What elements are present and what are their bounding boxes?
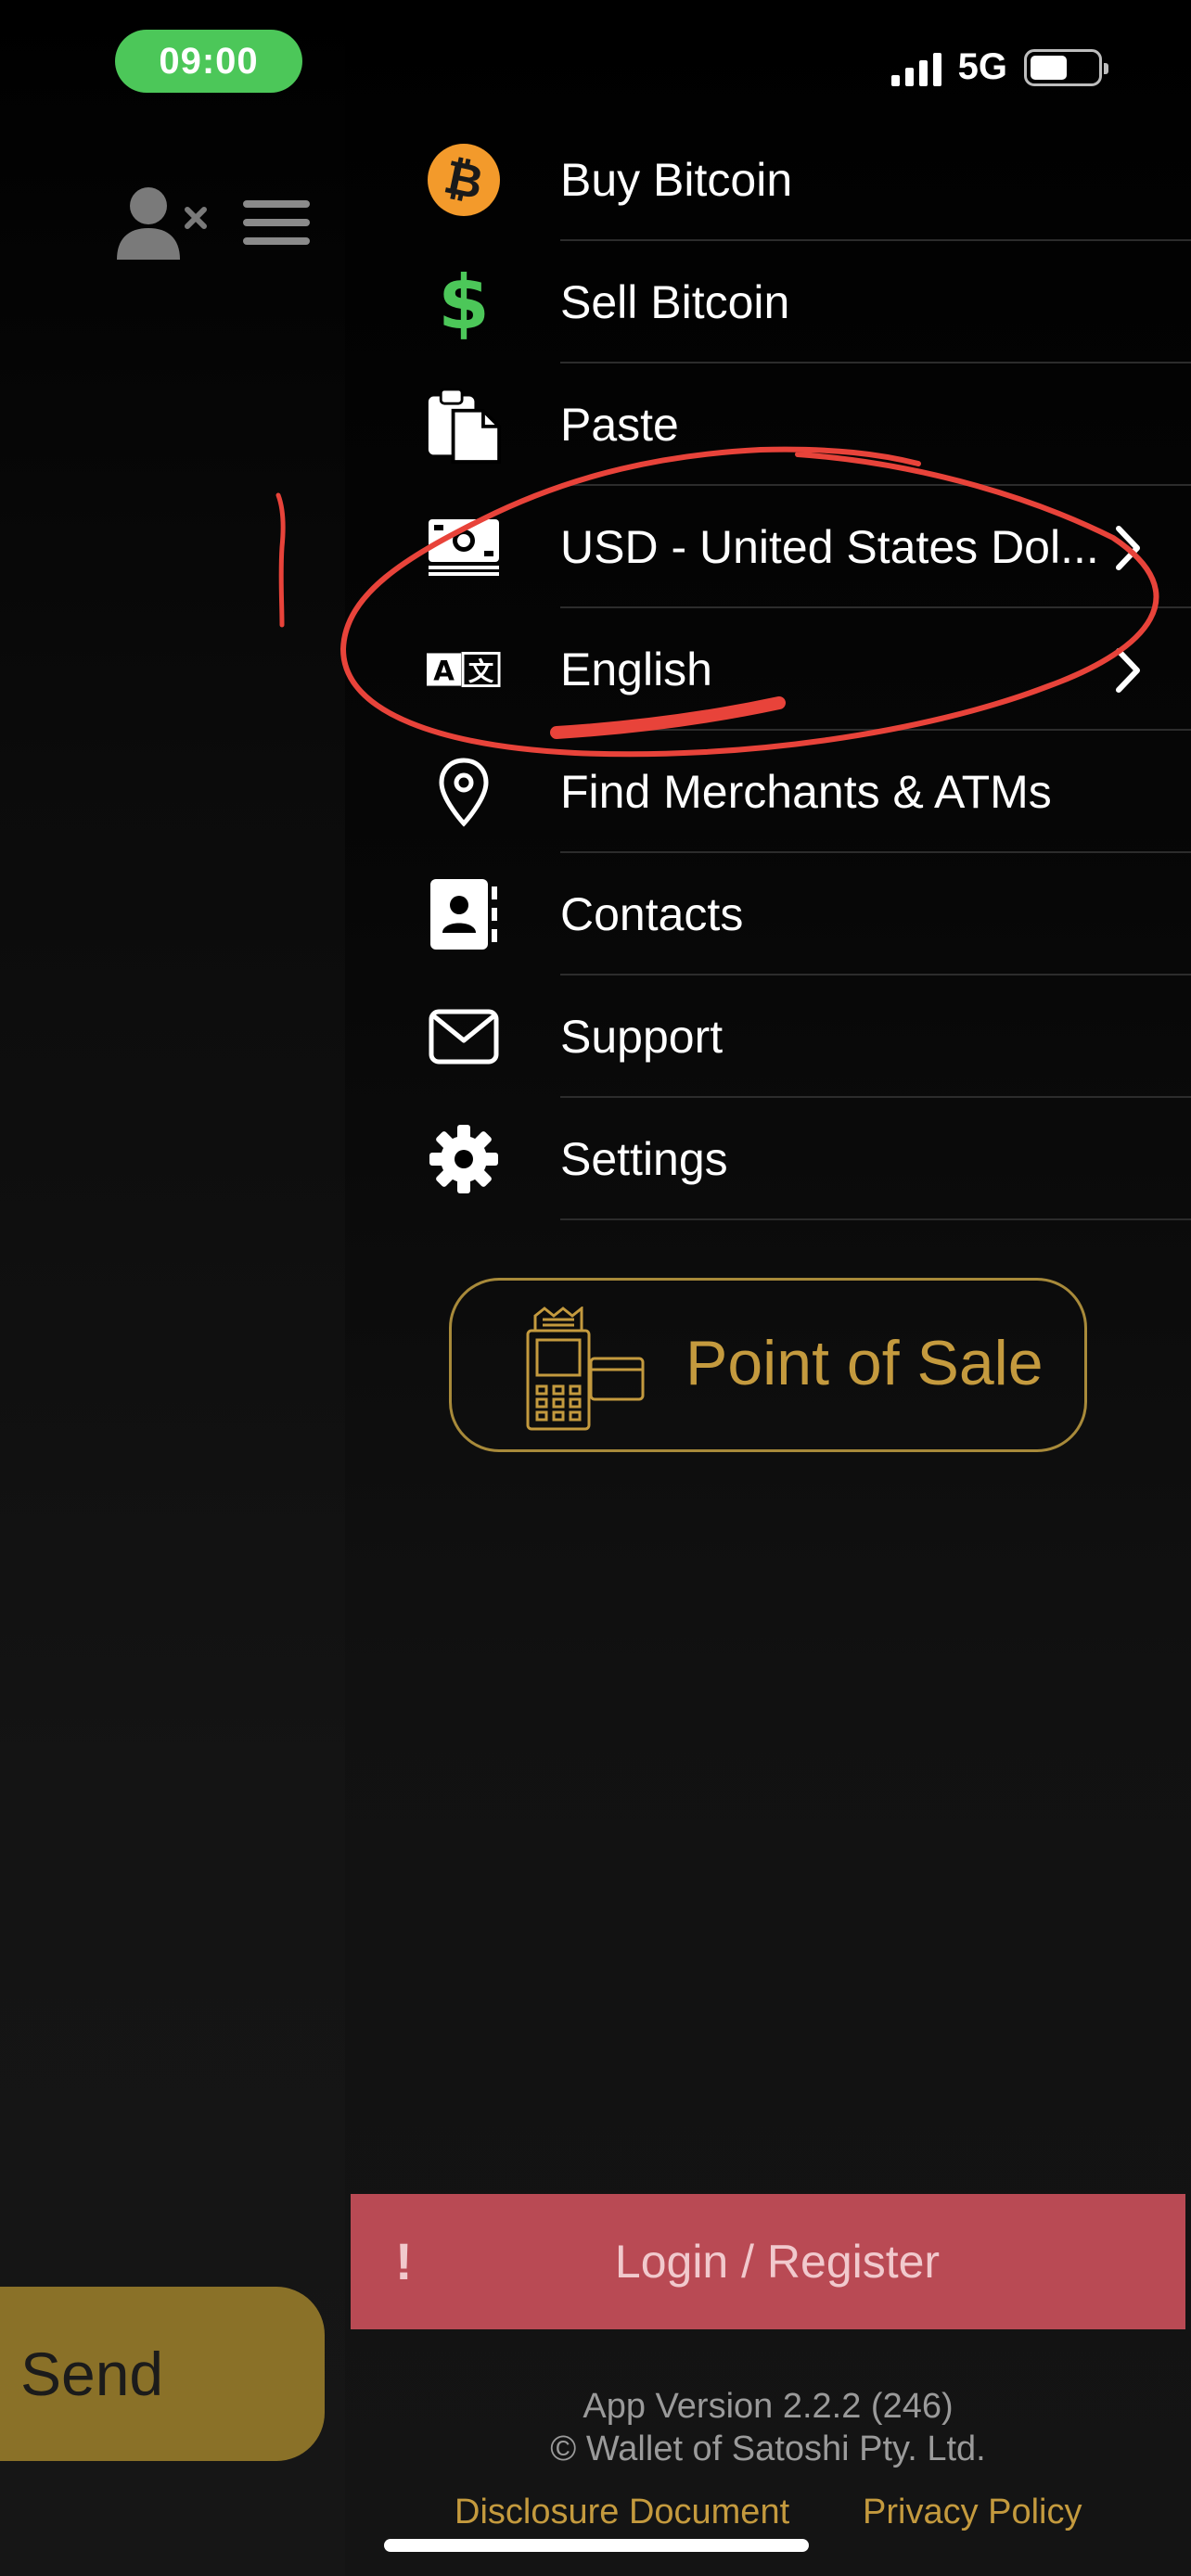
svg-text:$: $ bbox=[438, 265, 490, 339]
side-menu-list: ₿ Buy Bitcoin $ Sell Bitcoin Paste USD -… bbox=[345, 119, 1191, 1220]
chevron-right-icon bbox=[1116, 526, 1140, 570]
battery-icon bbox=[1024, 48, 1108, 86]
menu-item-find-merchants[interactable]: Find Merchants & ATMs bbox=[345, 731, 1191, 853]
copyright: © Wallet of Satoshi Pty. Ltd. bbox=[550, 2429, 986, 2468]
alert-icon: ! bbox=[395, 2232, 413, 2290]
point-of-sale-label: Point of Sale bbox=[685, 1328, 1044, 1398]
menu-item-label: Find Merchants & ATMs bbox=[560, 766, 1052, 818]
translate-icon: A 文 bbox=[427, 632, 501, 707]
menu-item-label: Buy Bitcoin bbox=[560, 154, 793, 206]
network-type: 5G bbox=[957, 46, 1007, 87]
privacy-policy-link[interactable]: Privacy Policy bbox=[863, 2493, 1082, 2532]
menu-item-language[interactable]: A 文 English bbox=[345, 608, 1191, 731]
chevron-right-icon bbox=[1116, 648, 1140, 693]
menu-item-sell-bitcoin[interactable]: $ Sell Bitcoin bbox=[345, 241, 1191, 363]
status-indicators: 5G bbox=[890, 46, 1108, 88]
menu-item-paste[interactable]: Paste bbox=[345, 363, 1191, 486]
signal-icon bbox=[890, 49, 941, 86]
envelope-icon bbox=[427, 1000, 501, 1074]
menu-item-currency[interactable]: USD - United States Dol... bbox=[345, 486, 1191, 608]
menu-item-label: Sell Bitcoin bbox=[560, 276, 790, 328]
menu-item-contacts[interactable]: Contacts bbox=[345, 853, 1191, 976]
bitcoin-icon: ₿ bbox=[427, 143, 501, 217]
menu-item-settings[interactable]: Settings bbox=[345, 1098, 1191, 1220]
menu-item-label: English bbox=[560, 644, 712, 695]
card-terminal-icon bbox=[526, 1307, 645, 1431]
dollar-icon: $ bbox=[427, 265, 501, 339]
send-button[interactable]: Send bbox=[0, 2287, 325, 2461]
login-register-button[interactable]: ! Login / Register bbox=[351, 2194, 1185, 2329]
send-label: Send bbox=[20, 2340, 164, 2408]
menu-item-buy-bitcoin[interactable]: ₿ Buy Bitcoin bbox=[345, 119, 1191, 241]
gear-icon bbox=[427, 1122, 501, 1196]
annotation-mark bbox=[275, 492, 286, 628]
home-indicator[interactable] bbox=[384, 2539, 809, 2552]
menu-item-label: Support bbox=[560, 1011, 724, 1063]
status-time: 09:00 bbox=[115, 30, 302, 93]
main-screen-background bbox=[0, 0, 345, 2576]
svg-text:文: 文 bbox=[468, 657, 494, 687]
point-of-sale-button[interactable]: Point of Sale bbox=[449, 1278, 1087, 1452]
menu-item-label: Contacts bbox=[560, 888, 744, 940]
menu-item-label: Paste bbox=[560, 399, 679, 451]
menu-item-label: USD - United States Dol... bbox=[560, 521, 1099, 573]
app-version: App Version 2.2.2 (246) bbox=[583, 2387, 954, 2426]
map-pin-icon bbox=[427, 755, 501, 829]
disclosure-document-link[interactable]: Disclosure Document bbox=[455, 2493, 789, 2532]
banknote-icon bbox=[427, 510, 501, 584]
menu-item-label: Settings bbox=[560, 1133, 728, 1185]
clipboard-icon bbox=[427, 388, 501, 464]
menu-item-support[interactable]: Support bbox=[345, 976, 1191, 1098]
hamburger-menu-icon[interactable] bbox=[243, 200, 310, 256]
battery-level bbox=[1031, 55, 1067, 80]
login-register-label: Login / Register bbox=[614, 2236, 941, 2288]
contacts-icon bbox=[427, 877, 501, 951]
user-remove-icon[interactable] bbox=[115, 185, 211, 266]
svg-text:A: A bbox=[433, 656, 455, 687]
